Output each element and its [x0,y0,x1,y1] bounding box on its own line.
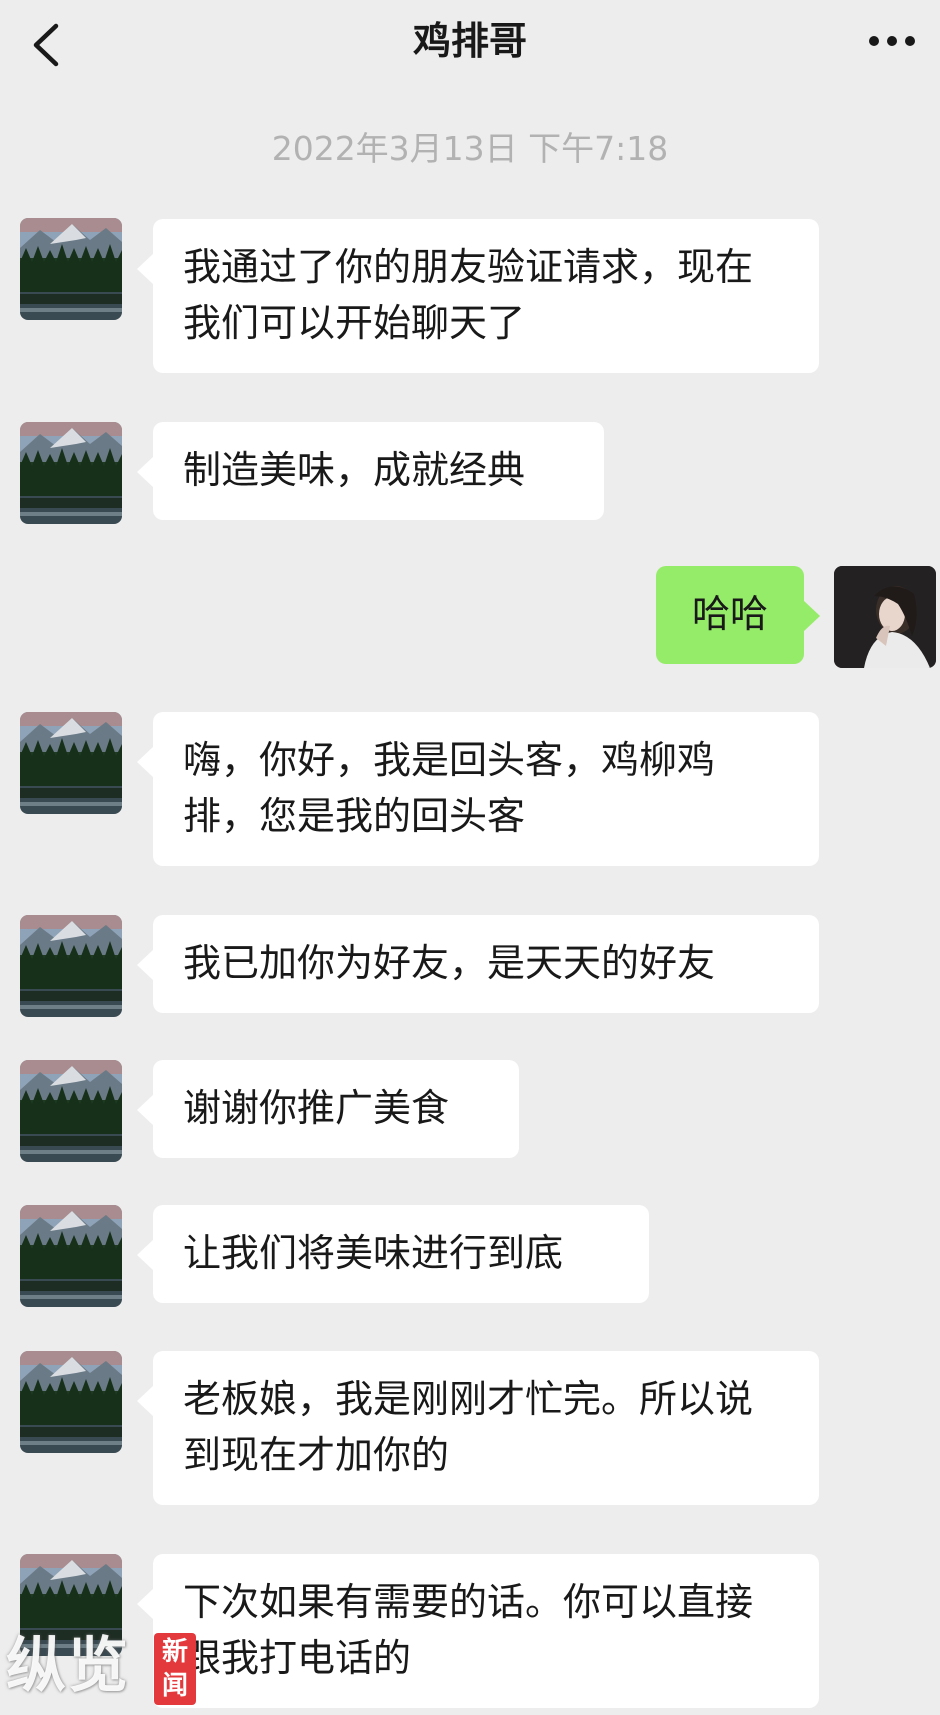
message-bubble[interactable]: 制造美味，成就经典 [137,422,604,520]
landscape-avatar-image [20,915,122,1017]
landscape-avatar-image [20,1060,122,1162]
chat-screen: 鸡排哥 2022年3月13日 下午7:18 我通过了你的朋友验证请求，现在我们可… [0,0,940,1715]
my-avatar[interactable] [834,566,936,668]
chat-header: 鸡排哥 [0,0,940,90]
message-text: 让我们将美味进行到底 [183,1231,564,1275]
contact-avatar[interactable] [20,712,122,814]
more-button[interactable] [866,26,918,56]
watermark-badge: 新闻 [154,1633,196,1705]
contact-avatar[interactable] [20,1351,122,1453]
message-text: 嗨，你好，我是回头客，鸡柳鸡排，您是我的回头客 [183,738,716,838]
contact-avatar[interactable] [20,1060,122,1162]
person-avatar-image [834,566,936,668]
message-text: 哈哈 [691,592,768,636]
landscape-avatar-image [20,422,122,524]
landscape-avatar-image [20,1205,122,1307]
landscape-avatar-image [20,712,122,814]
message-bubble[interactable]: 谢谢你推广美食 [137,1060,519,1158]
contact-avatar[interactable] [20,218,122,320]
watermark-brand: 纵览 [6,1631,130,1701]
message-bubble[interactable]: 老板娘，我是刚刚才忙完。所以说到现在才加你的 [137,1351,819,1505]
landscape-avatar-image [20,1351,122,1453]
news-watermark: 纵览 新闻 [6,1625,196,1709]
more-dots-icon [869,36,915,46]
message-bubble[interactable]: 我已加你为好友，是天天的好友 [137,915,819,1013]
message-text: 下次如果有需要的话。你可以直接跟我打电话的 [183,1580,754,1680]
message-bubble[interactable]: 嗨，你好，我是回头客，鸡柳鸡排，您是我的回头客 [137,712,819,866]
landscape-avatar-image [20,218,122,320]
message-bubble-outgoing[interactable]: 哈哈 [656,566,820,664]
message-text: 我通过了你的朋友验证请求，现在我们可以开始聊天了 [183,245,754,345]
message-bubble[interactable]: 下次如果有需要的话。你可以直接跟我打电话的 [137,1554,819,1708]
message-text: 老板娘，我是刚刚才忙完。所以说到现在才加你的 [183,1377,754,1477]
message-text: 制造美味，成就经典 [183,448,526,492]
message-bubble[interactable]: 让我们将美味进行到底 [137,1205,649,1303]
message-bubble[interactable]: 我通过了你的朋友验证请求，现在我们可以开始聊天了 [137,219,819,373]
contact-avatar[interactable] [20,422,122,524]
contact-avatar[interactable] [20,915,122,1017]
message-timestamp: 2022年3月13日 下午7:18 [271,129,669,168]
contact-avatar[interactable] [20,1205,122,1307]
message-text: 谢谢你推广美食 [183,1086,450,1130]
message-text: 我已加你为好友，是天天的好友 [183,941,716,985]
chat-title: 鸡排哥 [412,19,527,63]
